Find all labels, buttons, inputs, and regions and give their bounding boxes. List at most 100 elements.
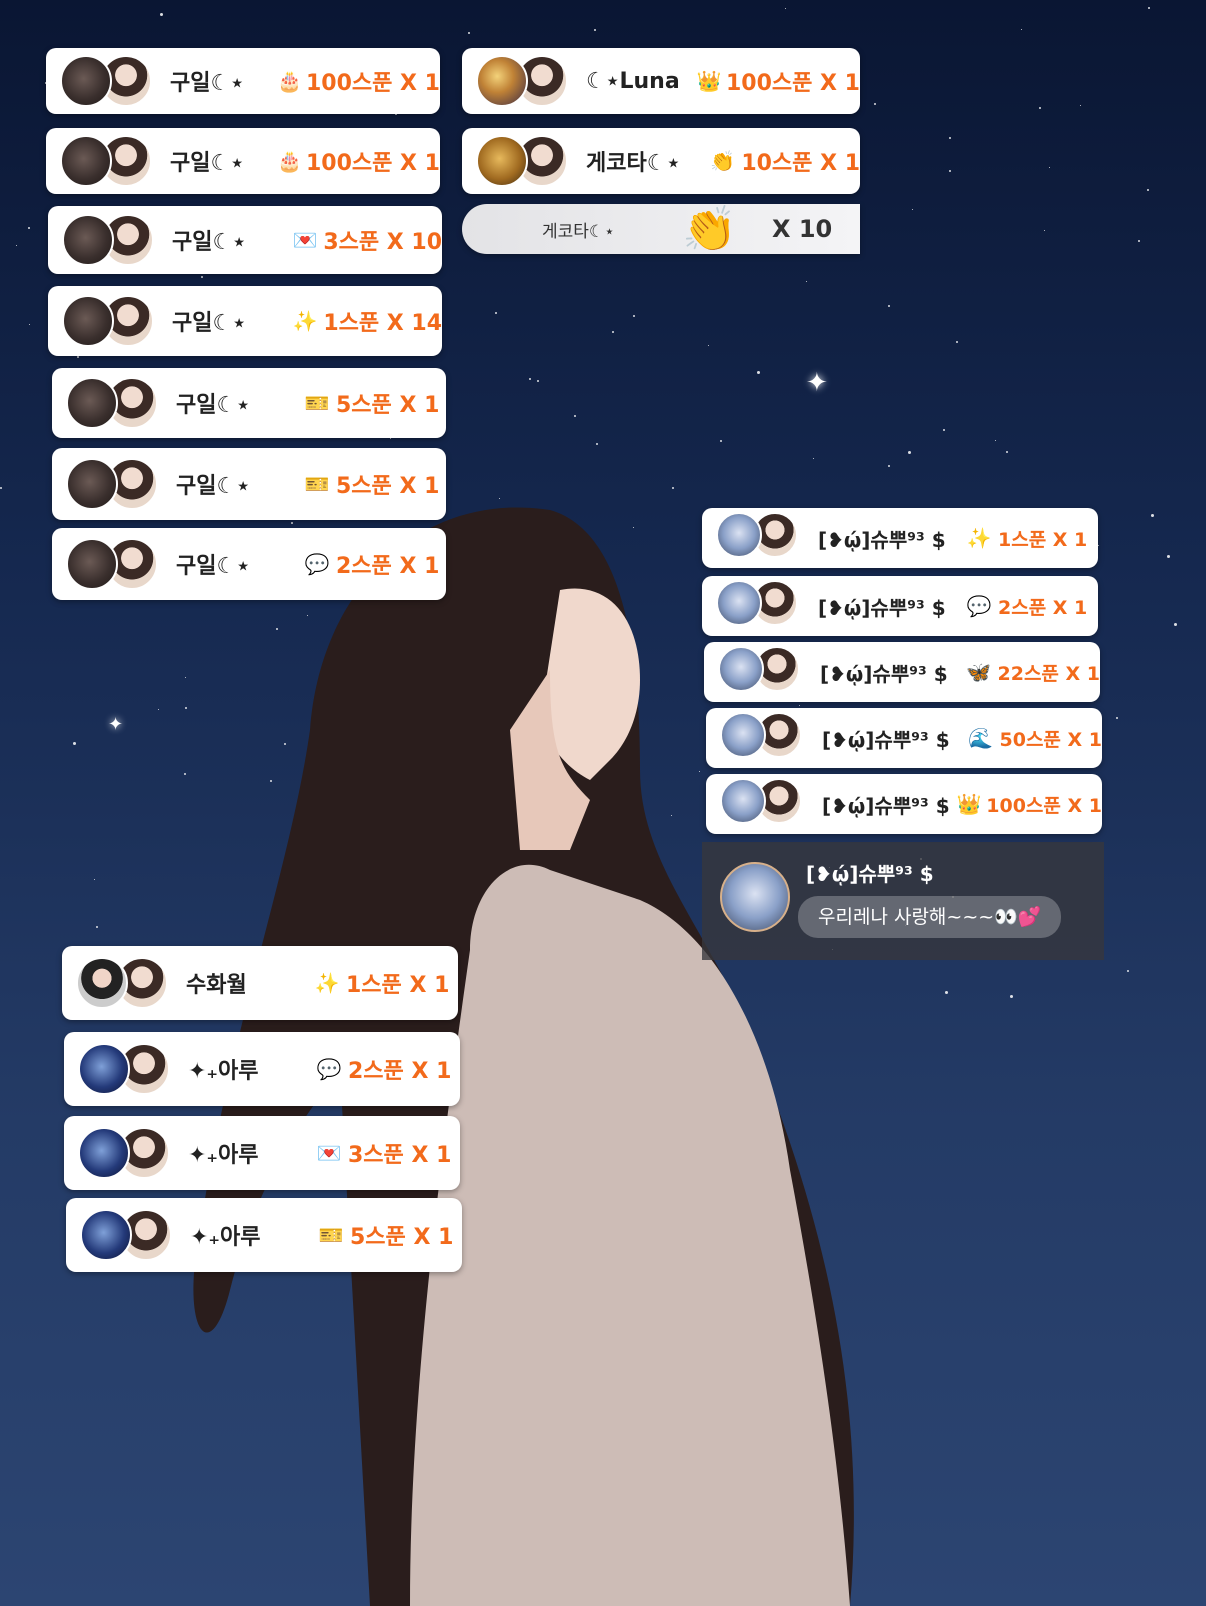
gift-notification: [❥ῴ]슈뿌⁹³ $ 💬 2스푼 X 1 xyxy=(702,576,1098,636)
sender-avatar[interactable] xyxy=(720,712,766,758)
avatar-pair xyxy=(60,55,156,107)
sender-name: 구일☾⋆ xyxy=(172,311,246,336)
sender-avatar[interactable] xyxy=(62,295,114,347)
sender-avatar[interactable] xyxy=(78,1043,130,1095)
avatar-pair xyxy=(476,55,572,107)
sender-avatar[interactable] xyxy=(476,55,528,107)
star xyxy=(95,926,98,929)
cake-icon: 🎂 xyxy=(276,69,302,93)
gift-amount: 100스푼 X 1 xyxy=(306,71,440,96)
sender-avatar[interactable] xyxy=(60,135,112,187)
gift-amount: 100스푼 X 1 xyxy=(306,151,440,176)
sender-name: ✦₊아루 xyxy=(190,1225,261,1250)
star xyxy=(1038,107,1041,110)
chat-message: [❥ῴ]슈뿌⁹³ $ 우리레나 사랑해~~~👀💕 xyxy=(702,842,1104,960)
star xyxy=(1021,28,1023,30)
envelope-icon: 💌 xyxy=(316,1141,342,1165)
star xyxy=(611,330,614,333)
sender-avatar[interactable] xyxy=(718,646,764,692)
crown-icon: 👑 xyxy=(696,69,722,93)
avatar-pair xyxy=(62,295,158,347)
sender-avatar[interactable] xyxy=(66,538,118,590)
sender-name: 구일☾⋆ xyxy=(176,554,250,579)
star xyxy=(1167,554,1171,558)
card-icon: 🎫 xyxy=(304,472,330,496)
gift-notification: 구일☾⋆ 💬 2스푼 X 1 xyxy=(52,528,446,600)
avatar-pair xyxy=(718,646,806,698)
star xyxy=(94,878,96,880)
chat-bubble: 우리레나 사랑해~~~👀💕 xyxy=(798,896,1062,938)
star xyxy=(389,438,391,440)
avatar-pair xyxy=(78,1127,174,1179)
speech-icon: 💬 xyxy=(316,1057,342,1081)
avatar[interactable] xyxy=(720,862,790,932)
star xyxy=(1138,240,1141,243)
star xyxy=(633,314,636,317)
star xyxy=(873,103,876,106)
sender-name: 구일☾⋆ xyxy=(170,71,244,96)
sender-avatar[interactable] xyxy=(78,1127,130,1179)
gift-notification: [❥ῴ]슈뿌⁹³ $ 🦋 22스푼 X 1 xyxy=(704,642,1100,702)
star xyxy=(573,414,576,417)
stars-icon: ✨ xyxy=(314,971,340,995)
sender-avatar[interactable] xyxy=(80,1209,132,1261)
sparkle-icon: ✦ xyxy=(806,368,828,398)
star xyxy=(1116,716,1119,719)
sender-name: ✦₊아루 xyxy=(188,1143,259,1168)
star xyxy=(806,280,808,282)
cake-icon: 🎂 xyxy=(276,149,302,173)
sender-avatar[interactable] xyxy=(76,957,128,1009)
star xyxy=(948,170,951,173)
sender-name: 수화월 xyxy=(186,973,247,998)
avatar-pair xyxy=(60,135,156,187)
avatar-pair xyxy=(720,778,808,830)
gift-amount: 1스푼 X 1 xyxy=(998,528,1088,551)
sender-avatar[interactable] xyxy=(720,778,766,824)
sender-avatar[interactable] xyxy=(62,214,114,266)
gift-notification: 수화월 ✨ 1스푼 X 1 xyxy=(62,946,458,1020)
avatar-pair xyxy=(716,580,804,632)
sender-name: 구일☾⋆ xyxy=(170,151,244,176)
avatar-pair xyxy=(66,377,162,429)
sender-avatar[interactable] xyxy=(60,55,112,107)
sender-avatar[interactable] xyxy=(716,512,762,558)
star xyxy=(72,741,76,745)
gift-notification: [❥ῴ]슈뿌⁹³ $ ✨ 1스푼 X 1 xyxy=(702,508,1098,568)
star xyxy=(887,464,890,467)
star xyxy=(1147,7,1150,9)
star xyxy=(468,31,471,34)
star xyxy=(785,7,787,9)
star xyxy=(27,226,30,229)
sender-avatar[interactable] xyxy=(66,458,118,510)
star xyxy=(593,29,596,32)
envelope-icon: 💌 xyxy=(292,228,318,252)
gift-notification: 구일☾⋆ 🎫 5스푼 X 1 xyxy=(52,448,446,520)
card-icon: 🎫 xyxy=(304,391,330,415)
combo-banner: 게코타☾⋆ 👏 X 10 xyxy=(462,204,860,255)
star xyxy=(956,341,959,344)
star xyxy=(158,708,160,710)
star xyxy=(16,245,18,247)
card-icon: 🎫 xyxy=(318,1223,344,1247)
sender-name: [❥ῴ]슈뿌⁹³ $ xyxy=(822,727,950,752)
speech-icon: 💬 xyxy=(966,594,992,618)
star xyxy=(200,275,203,278)
gift-notification: ✦₊아루 💌 3스푼 X 1 xyxy=(64,1116,460,1190)
sender-avatar[interactable] xyxy=(716,580,762,626)
gift-amount: 3스푼 X 10 xyxy=(323,230,442,255)
star xyxy=(1043,229,1045,231)
gift-amount: 2스푼 X 1 xyxy=(998,596,1088,619)
stars-icon: ✨ xyxy=(966,526,992,550)
star xyxy=(596,443,599,446)
avatar-pair xyxy=(66,538,162,590)
gift-notification: 구일☾⋆ 🎂 100스푼 X 1 xyxy=(46,48,440,114)
chat-sender-name: [❥ῴ]슈뿌⁹³ $ xyxy=(806,862,934,886)
sender-name: 구일☾⋆ xyxy=(176,393,250,418)
gift-notification: [❥ῴ]슈뿌⁹³ $ 👑 100스푼 X 1 xyxy=(706,774,1102,834)
sender-avatar[interactable] xyxy=(476,135,528,187)
sender-avatar[interactable] xyxy=(66,377,118,429)
avatar-pair xyxy=(80,1209,176,1261)
sender-name: ✦₊아루 xyxy=(188,1059,259,1084)
sender-name: 게코타☾⋆ xyxy=(586,151,681,176)
gift-notification: ✦₊아루 🎫 5스푼 X 1 xyxy=(66,1198,462,1272)
